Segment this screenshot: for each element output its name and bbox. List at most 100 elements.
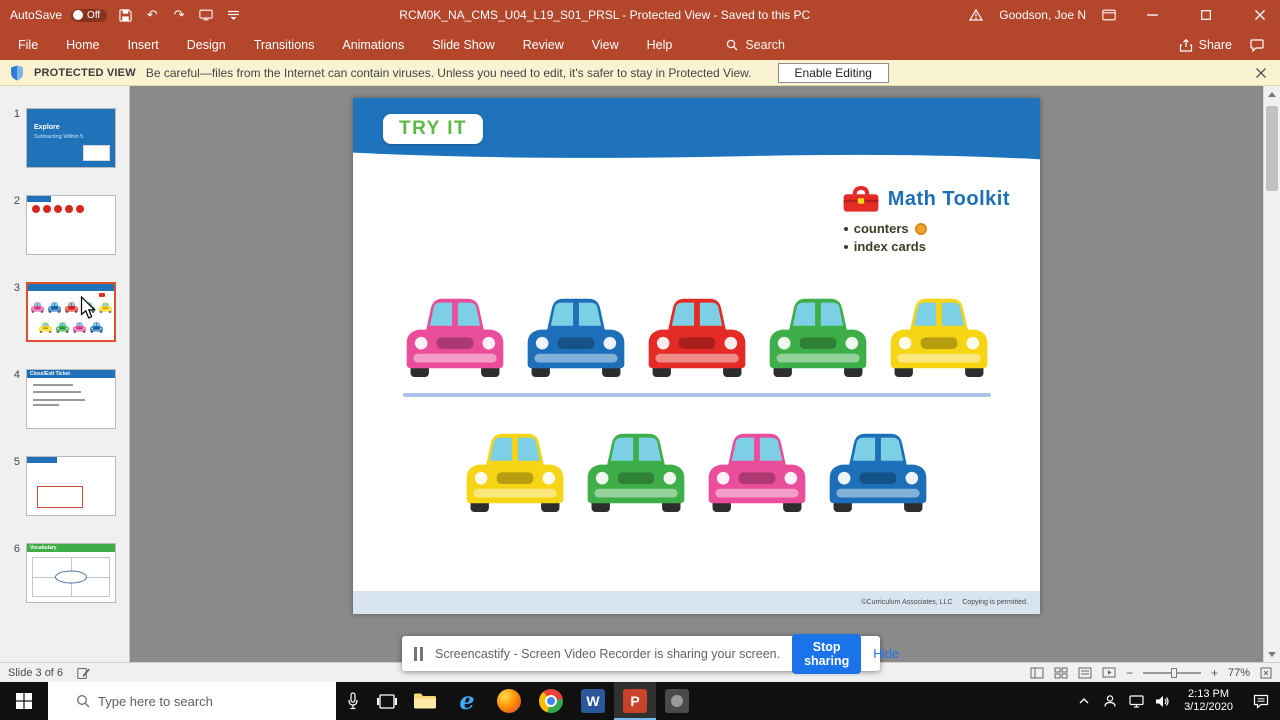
tab-review[interactable]: Review bbox=[521, 34, 566, 56]
zoom-slider-thumb[interactable] bbox=[1170, 667, 1177, 678]
chevron-up-icon bbox=[1079, 698, 1089, 704]
protected-view-message: Be careful—files from the Internet can c… bbox=[145, 65, 752, 80]
powerpoint-icon: P bbox=[623, 689, 647, 713]
taskbar-powerpoint-active[interactable]: P bbox=[614, 682, 656, 720]
minimize-button[interactable] bbox=[1132, 0, 1172, 30]
close-icon bbox=[1256, 67, 1266, 78]
chrome-icon bbox=[539, 689, 563, 713]
taskbar-app[interactable] bbox=[656, 682, 698, 720]
car-icon bbox=[64, 302, 78, 313]
taskbar-search-box[interactable] bbox=[48, 682, 336, 720]
search-input[interactable] bbox=[98, 693, 308, 709]
share-icon bbox=[1179, 38, 1192, 52]
banner-close-button[interactable] bbox=[1256, 67, 1266, 78]
ribbon-search-label: Search bbox=[745, 38, 785, 52]
shield-icon bbox=[11, 65, 23, 80]
scroll-up-arrow[interactable] bbox=[1264, 86, 1280, 102]
slide-thumbnail-4[interactable]: 4 Close/Exit Ticket bbox=[0, 369, 129, 429]
clock-time: 2:13 PM bbox=[1188, 688, 1230, 700]
hide-link[interactable]: Hide bbox=[873, 647, 899, 661]
taskbar-firefox[interactable] bbox=[488, 682, 530, 720]
tray-volume-icon[interactable] bbox=[1149, 682, 1175, 720]
tab-file[interactable]: File bbox=[16, 34, 40, 56]
scrollbar-thumb[interactable] bbox=[1266, 106, 1278, 191]
current-slide[interactable]: TRY IT Math Toolkit counters index cards… bbox=[353, 98, 1040, 614]
slide-thumbnail-5[interactable]: 5 bbox=[0, 456, 129, 516]
save-button[interactable] bbox=[116, 6, 134, 24]
stop-sharing-button[interactable]: Stop sharing bbox=[792, 633, 862, 674]
tray-network-icon[interactable] bbox=[1123, 682, 1149, 720]
car-icon bbox=[39, 322, 52, 333]
zoom-slider[interactable] bbox=[1142, 667, 1201, 678]
start-button[interactable] bbox=[0, 682, 48, 720]
car-icon bbox=[708, 433, 806, 512]
tab-slide-show[interactable]: Slide Show bbox=[430, 34, 497, 56]
task-view-icon bbox=[377, 693, 397, 709]
start-presentation-button[interactable] bbox=[197, 6, 215, 24]
zoom-level[interactable]: 77% bbox=[1228, 667, 1250, 679]
task-view-button[interactable] bbox=[370, 682, 404, 720]
taskbar-chrome[interactable] bbox=[530, 682, 572, 720]
ribbon-tab-bar: File Home Insert Design Transitions Anim… bbox=[0, 30, 1280, 60]
thumb4-text-line bbox=[33, 384, 73, 386]
view-slideshow-button[interactable] bbox=[1102, 667, 1116, 679]
tab-insert[interactable]: Insert bbox=[126, 34, 161, 56]
taskbar-internet-explorer[interactable]: e bbox=[446, 682, 488, 720]
windows-taskbar: e W P bbox=[0, 682, 1280, 720]
slide-thumbnail-1[interactable]: 1 Explore Subtracting Within 5 bbox=[0, 108, 129, 168]
tab-transitions[interactable]: Transitions bbox=[252, 34, 317, 56]
ribbon-search[interactable]: Search bbox=[726, 38, 785, 52]
thumb4-text-line bbox=[33, 391, 81, 393]
toolbox-icon bbox=[843, 185, 879, 212]
tab-home[interactable]: Home bbox=[64, 34, 101, 56]
workspace: 1 Explore Subtracting Within 5 2 3 4 Clo… bbox=[0, 86, 1280, 662]
slide-thumbnail-panel: 1 Explore Subtracting Within 5 2 3 4 Clo… bbox=[0, 86, 130, 662]
slide-number: 4 bbox=[13, 369, 20, 381]
autosave-toggle[interactable]: Off bbox=[71, 8, 108, 22]
zoom-out-button[interactable]: − bbox=[1126, 666, 1133, 680]
thumb4-title: Close/Exit Ticket bbox=[27, 370, 115, 378]
view-slide-sorter-button[interactable] bbox=[1054, 667, 1068, 679]
fit-slide-to-window-button[interactable] bbox=[1260, 667, 1272, 679]
undo-button[interactable]: ↶ bbox=[143, 6, 161, 24]
slide-number: 3 bbox=[13, 282, 20, 294]
ribbon-display-options-icon[interactable] bbox=[1100, 6, 1118, 24]
comments-button[interactable] bbox=[1250, 38, 1264, 52]
tab-view[interactable]: View bbox=[590, 34, 621, 56]
action-center-button[interactable] bbox=[1242, 682, 1280, 720]
vertical-scrollbar[interactable] bbox=[1263, 86, 1280, 662]
taskbar-clock[interactable]: 2:13 PM 3/12/2020 bbox=[1175, 682, 1242, 720]
slide-thumbnail-3-selected[interactable]: 3 bbox=[0, 282, 129, 342]
thumb1-content-box bbox=[83, 145, 110, 161]
notes-pencil-icon[interactable] bbox=[77, 667, 90, 679]
customize-quick-access-toolbar-button[interactable] bbox=[224, 6, 242, 24]
share-button[interactable]: Share bbox=[1179, 38, 1232, 52]
account-user-name[interactable]: Goodson, Joe N bbox=[999, 8, 1086, 22]
tab-design[interactable]: Design bbox=[185, 34, 228, 56]
mouse-cursor bbox=[80, 296, 96, 320]
view-normal-button[interactable] bbox=[1030, 667, 1044, 679]
car-icon bbox=[30, 302, 44, 313]
pause-icon bbox=[414, 646, 423, 661]
enable-editing-button[interactable]: Enable Editing bbox=[777, 62, 889, 83]
car-icon bbox=[466, 433, 564, 512]
tab-help[interactable]: Help bbox=[645, 34, 675, 56]
screencastify-sharing-bar: Screencastify - Screen Video Recorder is… bbox=[402, 633, 899, 674]
microphone-icon bbox=[348, 692, 358, 710]
tab-animations[interactable]: Animations bbox=[340, 34, 406, 56]
taskbar-file-explorer[interactable] bbox=[404, 682, 446, 720]
zoom-in-button[interactable]: + bbox=[1211, 666, 1218, 680]
slide-thumbnail-6[interactable]: 6 Vocabulary bbox=[0, 543, 129, 603]
taskbar-word[interactable]: W bbox=[572, 682, 614, 720]
car-icon bbox=[829, 433, 927, 512]
tray-people-icon[interactable] bbox=[1097, 682, 1123, 720]
scroll-down-arrow[interactable] bbox=[1264, 646, 1280, 662]
view-reading-button[interactable] bbox=[1078, 667, 1092, 679]
autosave-label: AutoSave bbox=[10, 8, 63, 22]
tray-show-hidden-icons[interactable] bbox=[1071, 682, 1097, 720]
microphone-button[interactable] bbox=[336, 682, 370, 720]
close-button[interactable] bbox=[1240, 0, 1280, 30]
redo-button[interactable]: ↷ bbox=[170, 6, 188, 24]
slide-thumbnail-2[interactable]: 2 bbox=[0, 195, 129, 255]
maximize-button[interactable] bbox=[1186, 0, 1226, 30]
